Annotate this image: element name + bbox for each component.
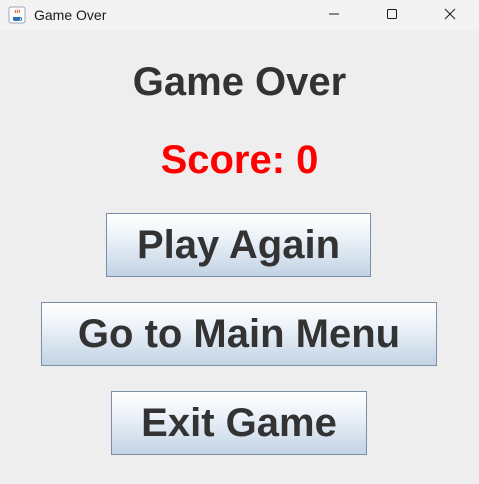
minimize-button[interactable] <box>305 0 363 31</box>
close-icon <box>444 7 456 25</box>
maximize-icon <box>386 7 398 25</box>
window-title: Game Over <box>34 7 107 23</box>
title-bar[interactable]: Game Over <box>0 0 479 31</box>
game-over-window: Game Over Game Over Score: 0 Play Again … <box>0 0 479 484</box>
play-again-button[interactable]: Play Again <box>106 213 371 277</box>
java-coffee-icon <box>8 6 26 24</box>
score-label: Score: 0 <box>160 138 319 182</box>
maximize-button[interactable] <box>363 0 421 31</box>
minimize-icon <box>328 7 340 25</box>
close-button[interactable] <box>421 0 479 31</box>
exit-game-button[interactable]: Exit Game <box>111 391 367 455</box>
game-over-heading: Game Over <box>132 60 347 104</box>
main-menu-button[interactable]: Go to Main Menu <box>41 302 437 366</box>
